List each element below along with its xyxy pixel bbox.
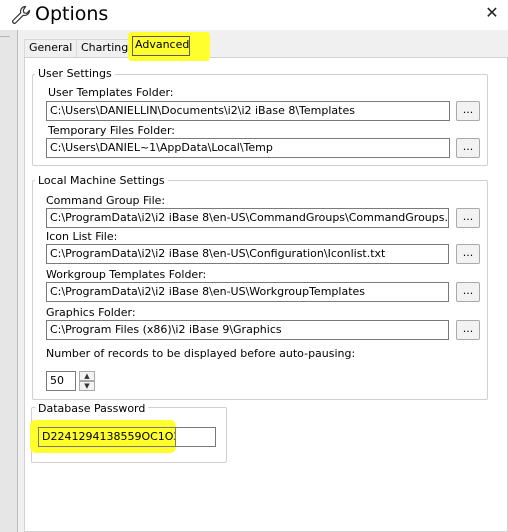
user-templates-browse-button[interactable]: ... [456, 101, 480, 121]
records-before-pause-label: Number of records to be displayed before… [46, 347, 356, 360]
records-spin-down-button[interactable]: ▼ [79, 381, 95, 391]
tab-general[interactable]: General [24, 39, 78, 57]
graphics-folder-field[interactable]: C:\Program Files (x86)\i2 iBase 9\Graphi… [46, 320, 449, 340]
tab-focus-rect [132, 36, 190, 56]
workgroup-templates-field[interactable]: C:\ProgramData\i2\i2 iBase 8\en-US\Workg… [46, 282, 449, 302]
database-password-field[interactable]: D2241294138559OC1O22 [38, 427, 176, 447]
temp-files-field[interactable]: C:\Users\DANIEL~1\AppData\Local\Temp [46, 138, 450, 158]
graphics-folder-browse-button[interactable]: ... [456, 320, 480, 340]
database-password-field-end[interactable] [176, 427, 216, 447]
local-machine-settings-legend: Local Machine Settings [35, 174, 168, 187]
icon-list-browse-button[interactable]: ... [456, 244, 480, 264]
workgroup-templates-browse-button[interactable]: ... [456, 282, 480, 302]
user-templates-label: User Templates Folder: [48, 86, 174, 99]
background-divider [0, 36, 10, 37]
close-button[interactable]: ✕ [482, 3, 502, 23]
user-templates-field[interactable]: C:\Users\DANIELLIN\Documents\i2\i2 iBase… [46, 101, 450, 121]
window-title: Options [35, 3, 109, 25]
records-before-pause-input[interactable]: 50 [46, 371, 76, 391]
icon-list-label: Icon List File: [46, 230, 118, 243]
command-group-label: Command Group File: [46, 194, 166, 207]
command-group-browse-button[interactable]: ... [456, 208, 480, 228]
database-password-legend: Database Password [35, 402, 149, 415]
icon-list-field[interactable]: C:\ProgramData\i2\i2 iBase 8\en-US\Confi… [46, 244, 449, 264]
temp-files-label: Temporary Files Folder: [48, 124, 175, 137]
workgroup-templates-label: Workgroup Templates Folder: [46, 268, 207, 281]
user-settings-legend: User Settings [35, 67, 115, 80]
temp-files-browse-button[interactable]: ... [456, 138, 480, 158]
background-window-edge [0, 30, 18, 532]
graphics-folder-label: Graphics Folder: [46, 306, 136, 319]
command-group-field[interactable]: C:\ProgramData\i2\i2 iBase 8\en-US\Comma… [46, 208, 449, 228]
wrench-icon [10, 4, 32, 26]
tab-charting[interactable]: Charting [76, 39, 134, 57]
records-spin-up-button[interactable]: ▲ [79, 371, 95, 381]
